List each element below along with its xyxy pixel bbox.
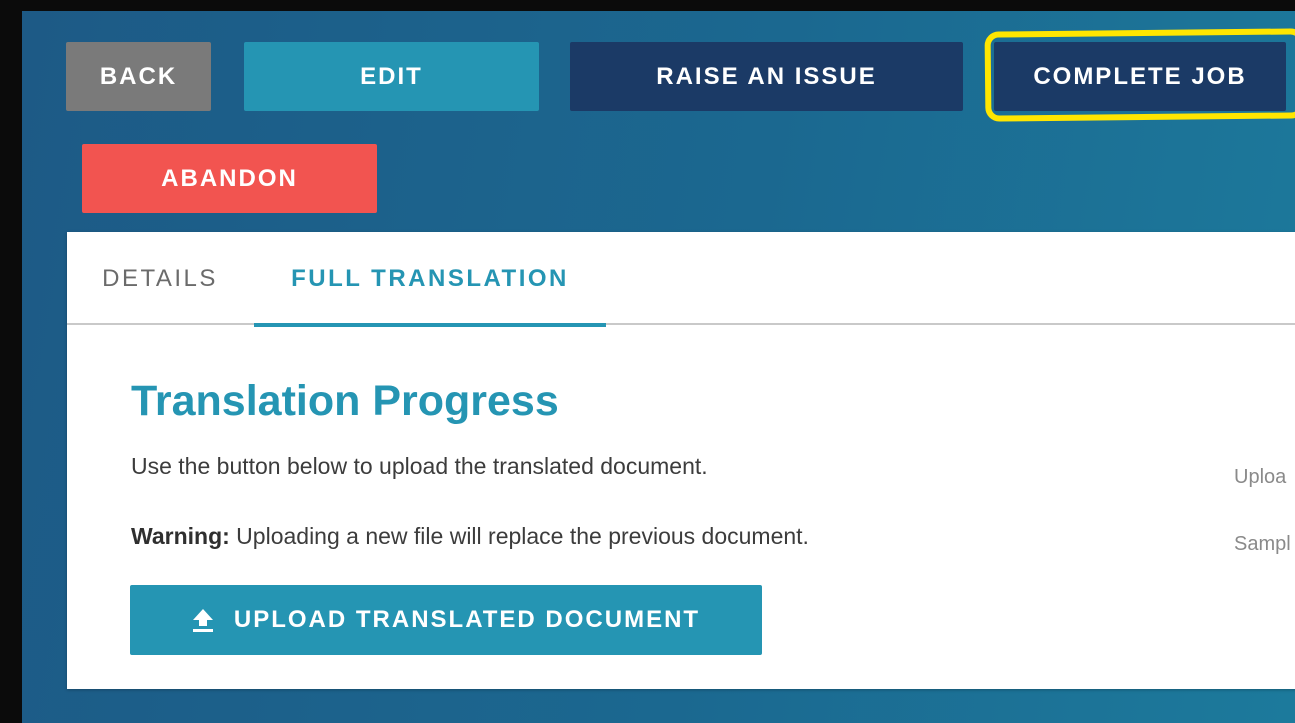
warning-text: Uploading a new file will replace the pr… — [229, 523, 809, 549]
raise-issue-button[interactable]: RAISE AN ISSUE — [570, 42, 963, 111]
upload-arrow-icon — [192, 609, 213, 632]
complete-job-button[interactable]: COMPLETE JOB — [994, 42, 1286, 111]
app-screen: BACK EDIT RAISE AN ISSUE COMPLETE JOB AB… — [22, 11, 1295, 723]
tab-full-translation-label: FULL TRANSLATION — [291, 264, 569, 292]
upload-button-label: UPLOAD TRANSLATED DOCUMENT — [233, 606, 701, 633]
side-panel-label-upload: Uploa — [1234, 466, 1287, 488]
back-button[interactable]: BACK — [66, 42, 211, 111]
tab-full-translation[interactable]: FULL TRANSLATION — [254, 232, 606, 327]
active-tab-indicator — [254, 323, 606, 327]
abandon-button[interactable]: ABANDON — [82, 144, 377, 213]
tab-details-label: DETAILS — [102, 264, 218, 292]
upload-translated-document-button[interactable]: UPLOAD TRANSLATED DOCUMENT — [130, 585, 762, 655]
side-panel-label-sample: Sampl — [1234, 533, 1291, 555]
edit-button[interactable]: EDIT — [244, 42, 539, 111]
warning-prefix: Warning: — [131, 523, 230, 549]
job-card: DETAILS FULL TRANSLATION Translation Pro… — [67, 232, 1295, 689]
upload-instruction: Use the button below to upload the trans… — [131, 453, 708, 479]
tab-details[interactable]: DETAILS — [87, 232, 233, 325]
tab-bar: DETAILS FULL TRANSLATION — [67, 232, 1295, 327]
page-title: Translation Progress — [131, 377, 559, 425]
warning-message: Warning: Uploading a new file will repla… — [131, 523, 809, 550]
